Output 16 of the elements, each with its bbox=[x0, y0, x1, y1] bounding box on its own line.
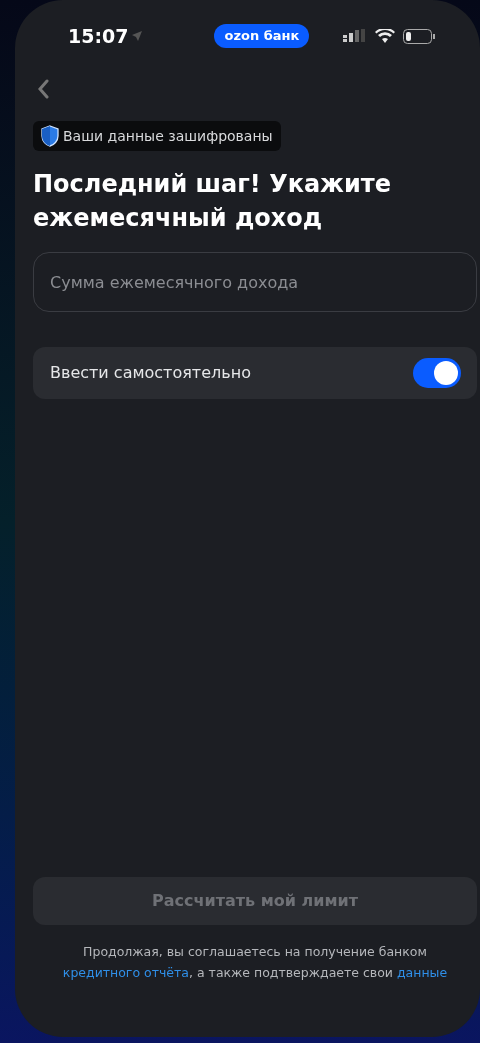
consent-link[interactable]: кредитного отчёта bbox=[62, 965, 189, 980]
signal-icon bbox=[343, 29, 367, 43]
wifi-icon bbox=[375, 29, 395, 43]
app-badge[interactable]: ozon банк bbox=[214, 24, 310, 48]
shield-icon bbox=[41, 125, 59, 147]
clock: 15:07 bbox=[68, 23, 129, 49]
page-title: Последний шаг! Укажите ежемесячный доход bbox=[33, 169, 392, 234]
manual-entry-label: Ввести самостоятельно bbox=[50, 362, 251, 384]
security-label: Ваши данные зашифрованы bbox=[63, 126, 273, 146]
consent-text: Продолжая, вы соглашаетесь на получение банком кредитного отчёта, а также подтверждаете свои данные bbox=[61, 943, 449, 982]
consent-link[interactable]: данные bbox=[396, 965, 448, 980]
toggle-switch[interactable] bbox=[413, 358, 461, 388]
income-field[interactable]: Сумма ежемесячного дохода bbox=[33, 252, 477, 312]
back-icon[interactable] bbox=[37, 79, 49, 99]
location-arrow-icon bbox=[132, 31, 143, 41]
battery-icon bbox=[403, 28, 435, 44]
